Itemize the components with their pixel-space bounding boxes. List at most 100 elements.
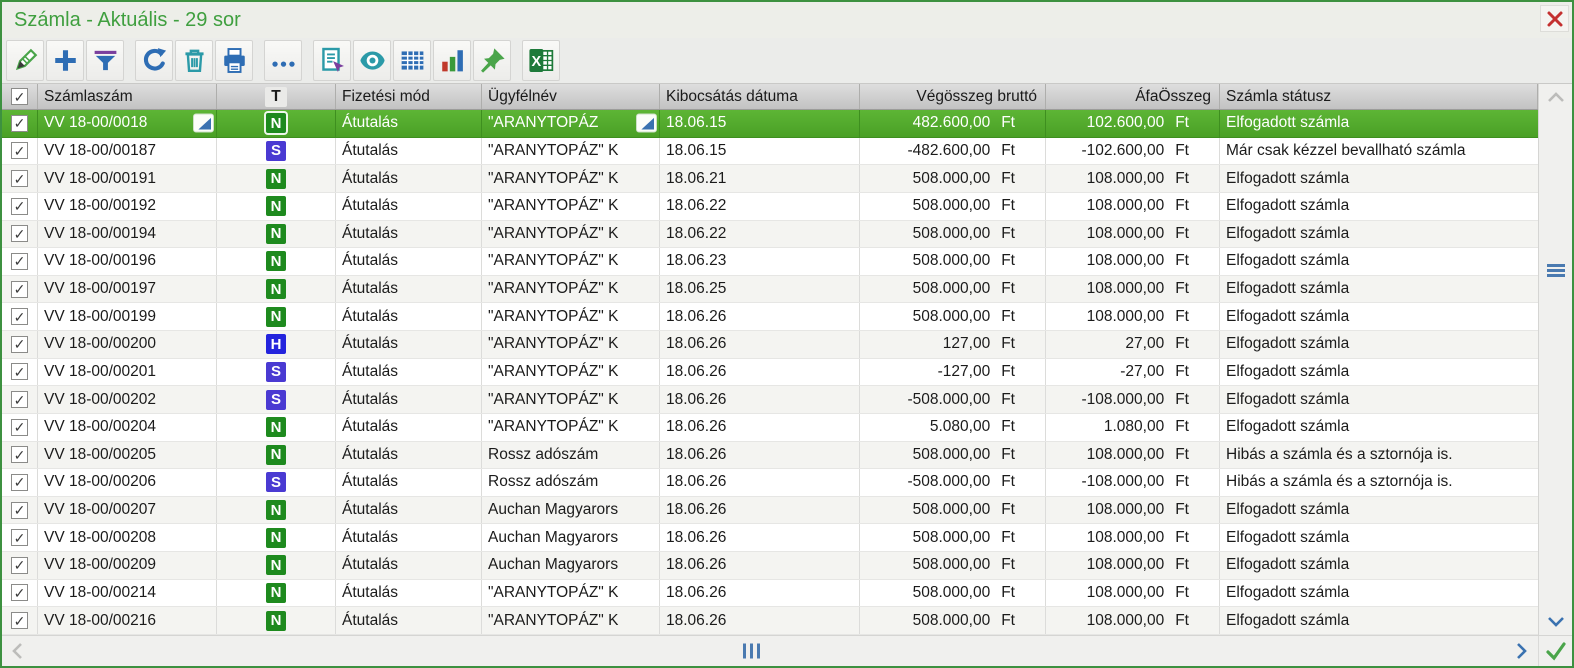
row-checkbox[interactable]: ✓ xyxy=(11,446,28,464)
invoice-number-cell[interactable]: VV 18-00/00214 xyxy=(38,579,217,607)
payment-method-cell[interactable]: Átutalás xyxy=(336,110,482,137)
horizontal-scrollbar[interactable] xyxy=(2,635,1572,666)
issue-date-cell[interactable]: 18.06.21 xyxy=(660,165,860,192)
vat-amount-cell[interactable]: 108.000,00 Ft xyxy=(1046,248,1220,275)
row-checkbox[interactable]: ✓ xyxy=(11,584,28,602)
row-checkbox[interactable]: ✓ xyxy=(11,556,28,574)
issue-date-cell[interactable]: 18.06.26 xyxy=(660,579,860,607)
invoice-status-cell[interactable]: Elfogadott számla xyxy=(1220,110,1538,137)
gross-total-cell[interactable]: 508.000,00 Ft xyxy=(860,275,1046,303)
row-checkbox[interactable]: ✓ xyxy=(11,529,28,547)
gross-total-cell[interactable]: 508.000,00 Ft xyxy=(860,248,1046,275)
vat-amount-cell[interactable]: 108.000,00 Ft xyxy=(1046,441,1220,469)
vat-amount-cell[interactable]: 108.000,00 Ft xyxy=(1046,496,1220,524)
customer-name-cell[interactable]: Rossz adószám xyxy=(482,469,660,496)
table-row[interactable]: ✓ VV 18-00/00197 N Átutalás "ARANYTOPÁZ"… xyxy=(2,275,1538,304)
payment-method-cell[interactable]: Átutalás xyxy=(336,469,482,496)
row-checkbox[interactable]: ✓ xyxy=(11,308,28,326)
issue-date-cell[interactable]: 18.06.25 xyxy=(660,275,860,303)
row-checkbox[interactable]: ✓ xyxy=(11,501,28,519)
issue-date-cell[interactable]: 18.06.26 xyxy=(660,469,860,496)
table-row[interactable]: ✓ VV 18-00/00208 N Átutalás Auchan Magya… xyxy=(2,524,1538,552)
issue-date-cell[interactable]: 18.06.26 xyxy=(660,386,860,413)
vertical-scroll-track[interactable] xyxy=(1539,110,1572,609)
row-checkbox[interactable]: ✓ xyxy=(11,280,28,298)
invoice-number-cell[interactable]: VV 18-00/00216 xyxy=(38,607,217,634)
gross-total-cell[interactable]: -508.000,00 Ft xyxy=(860,469,1046,496)
scroll-left-button[interactable] xyxy=(2,642,32,660)
header-type[interactable]: T xyxy=(217,84,336,109)
vertical-scrollbar[interactable] xyxy=(1538,84,1572,635)
type-cell[interactable]: N xyxy=(217,607,336,634)
customer-name-cell[interactable]: Auchan Magyarors xyxy=(482,524,660,551)
gross-total-cell[interactable]: 508.000,00 Ft xyxy=(860,192,1046,220)
scroll-up-button[interactable] xyxy=(1539,84,1572,110)
customer-name-cell[interactable]: Rossz adószám xyxy=(482,441,660,469)
type-cell[interactable]: N xyxy=(217,165,336,192)
invoice-status-cell[interactable]: Elfogadott számla xyxy=(1220,497,1538,524)
invoice-number-cell[interactable]: VV 18-00/00202 xyxy=(38,386,217,413)
invoice-status-cell[interactable]: Elfogadott számla xyxy=(1220,552,1538,579)
issue-date-cell[interactable]: 18.06.26 xyxy=(660,303,860,330)
header-select-all[interactable]: ✓ xyxy=(2,84,38,109)
table-row[interactable]: ✓ VV 18-00/0018 N Átutalás "ARANYTOPÁZ 1… xyxy=(2,110,1538,138)
gross-total-cell[interactable]: 127,00 Ft xyxy=(860,331,1046,358)
payment-method-cell[interactable]: Átutalás xyxy=(336,248,482,275)
preview-button[interactable] xyxy=(353,40,391,81)
vertical-scroll-grip[interactable] xyxy=(1546,262,1565,279)
type-cell[interactable]: S xyxy=(217,386,336,413)
vat-amount-cell[interactable]: -108.000,00 Ft xyxy=(1046,386,1220,413)
row-checkbox[interactable]: ✓ xyxy=(11,114,28,132)
issue-date-cell[interactable]: 18.06.26 xyxy=(660,552,860,579)
type-cell[interactable]: N xyxy=(217,192,336,220)
vat-amount-cell[interactable]: 108.000,00 Ft xyxy=(1046,524,1220,551)
invoice-number-cell[interactable]: VV 18-00/00187 xyxy=(38,137,217,165)
customer-name-cell[interactable]: "ARANYTOPÁZ" K xyxy=(482,220,660,248)
vat-amount-cell[interactable]: 108.000,00 Ft xyxy=(1046,220,1220,248)
invoice-number-cell[interactable]: VV 18-00/0018 xyxy=(38,110,217,137)
issue-date-cell[interactable]: 18.06.26 xyxy=(660,413,860,441)
invoice-number-cell[interactable]: VV 18-00/00197 xyxy=(38,275,217,303)
customer-name-cell[interactable]: "ARANYTOPÁZ" K xyxy=(482,303,660,330)
type-cell[interactable]: N xyxy=(217,441,336,469)
invoice-status-cell[interactable]: Elfogadott számla xyxy=(1220,193,1538,220)
customer-name-cell[interactable]: "ARANYTOPÁZ" K xyxy=(482,607,660,634)
customer-name-cell[interactable]: "ARANYTOPÁZ" K xyxy=(482,358,660,386)
invoice-number-cell[interactable]: VV 18-00/00208 xyxy=(38,524,217,551)
customer-name-cell[interactable]: "ARANYTOPÁZ" K xyxy=(482,137,660,165)
issue-date-cell[interactable]: 18.06.23 xyxy=(660,248,860,275)
invoice-number-cell[interactable]: VV 18-00/00196 xyxy=(38,248,217,275)
table-row[interactable]: ✓ VV 18-00/00196 N Átutalás "ARANYTOPÁZ"… xyxy=(2,248,1538,276)
invoice-number-cell[interactable]: VV 18-00/00194 xyxy=(38,220,217,248)
payment-method-cell[interactable]: Átutalás xyxy=(336,552,482,579)
gross-total-cell[interactable]: 482.600,00 Ft xyxy=(860,110,1046,137)
gross-total-cell[interactable]: 5.080,00 Ft xyxy=(860,413,1046,441)
header-gross-total[interactable]: Végösszeg bruttó xyxy=(860,84,1046,109)
header-vat-amount[interactable]: ÁfaÖsszeg xyxy=(1046,84,1220,109)
payment-method-cell[interactable]: Átutalás xyxy=(336,358,482,386)
customer-name-cell[interactable]: "ARANYTOPÁZ" K xyxy=(482,331,660,358)
payment-method-cell[interactable]: Átutalás xyxy=(336,607,482,634)
payment-method-cell[interactable]: Átutalás xyxy=(336,137,482,165)
type-cell[interactable]: N xyxy=(217,275,336,303)
issue-date-cell[interactable]: 18.06.26 xyxy=(660,358,860,386)
gross-total-cell[interactable]: 508.000,00 Ft xyxy=(860,165,1046,192)
header-invoice-status[interactable]: Számla státusz xyxy=(1220,84,1538,109)
customer-name-cell[interactable]: Auchan Magyarors xyxy=(482,552,660,579)
report-button[interactable] xyxy=(313,40,351,81)
invoice-status-cell[interactable]: Elfogadott számla xyxy=(1220,221,1538,248)
customer-name-cell[interactable]: "ARANYTOPÁZ" K xyxy=(482,413,660,441)
table-row[interactable]: ✓ VV 18-00/00214 N Átutalás "ARANYTOPÁZ"… xyxy=(2,579,1538,608)
table-row[interactable]: ✓ VV 18-00/00207 N Átutalás Auchan Magya… xyxy=(2,496,1538,525)
row-checkbox[interactable]: ✓ xyxy=(11,197,28,215)
type-cell[interactable]: N xyxy=(217,413,336,441)
invoice-status-cell[interactable]: Hibás a számla és a sztornója is. xyxy=(1220,442,1538,469)
row-checkbox[interactable]: ✓ xyxy=(11,170,28,188)
excel-export-button[interactable]: X xyxy=(522,40,560,81)
table-row[interactable]: ✓ VV 18-00/00205 N Átutalás Rossz adószá… xyxy=(2,441,1538,470)
vat-amount-cell[interactable]: 108.000,00 Ft xyxy=(1046,275,1220,303)
invoice-number-cell[interactable]: VV 18-00/00192 xyxy=(38,192,217,220)
table-row[interactable]: ✓ VV 18-00/00194 N Átutalás "ARANYTOPÁZ"… xyxy=(2,220,1538,249)
row-checkbox[interactable]: ✓ xyxy=(11,252,28,270)
confirm-button[interactable] xyxy=(1538,636,1572,666)
